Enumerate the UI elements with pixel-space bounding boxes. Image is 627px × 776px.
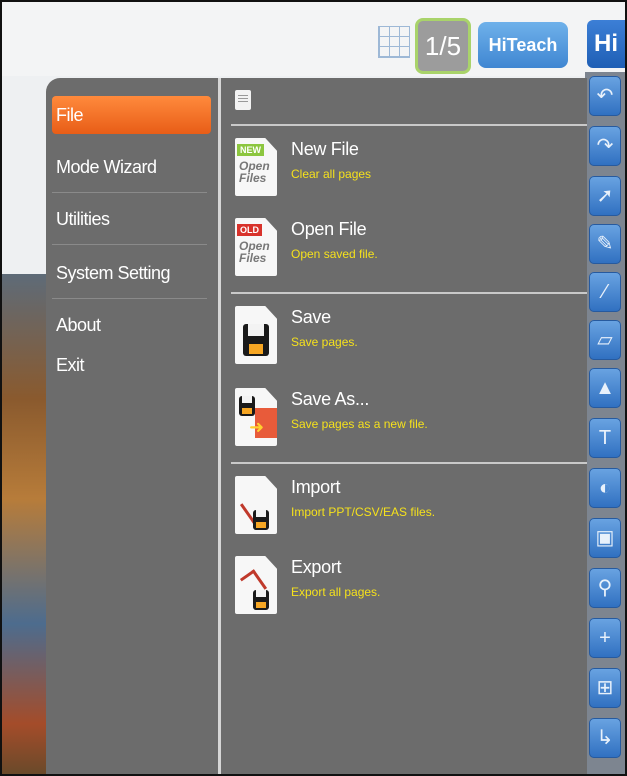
import-title: Import bbox=[291, 477, 341, 497]
import-desc: Import PPT/CSV/EAS files. bbox=[291, 505, 436, 519]
menu-divider bbox=[52, 298, 207, 299]
menu-item-mode-wizard[interactable]: Mode Wizard bbox=[52, 148, 211, 186]
save-title: Save bbox=[291, 307, 331, 327]
menu-item-utilities[interactable]: Utilities bbox=[52, 200, 211, 238]
menu-divider bbox=[52, 192, 207, 193]
shapes-icon[interactable]: ▲ bbox=[589, 368, 621, 408]
section-divider bbox=[231, 462, 587, 464]
insert-page-icon[interactable]: ⊞ bbox=[589, 668, 621, 708]
hi-menu-button[interactable]: Hi bbox=[587, 20, 625, 68]
top-toolbar: 1/5 HiTeach Hi bbox=[2, 2, 625, 76]
save-as-desc: Save pages as a new file. bbox=[291, 417, 428, 431]
new-file-icon: NEW Open Files bbox=[235, 138, 277, 196]
redo-icon[interactable]: ↷ bbox=[589, 126, 621, 166]
app-window: 1/5 HiTeach Hi ↶ ↷ ➚ ✎ ⁄ ▱ ▲ T ◐ ▣ ⚲ + ⊞… bbox=[0, 0, 627, 776]
open-file-icon: OLD Open Files bbox=[235, 218, 277, 276]
menu-item-system-setting[interactable]: System Setting bbox=[52, 254, 211, 292]
tool-rail: ↶ ↷ ➚ ✎ ⁄ ▱ ▲ T ◐ ▣ ⚲ + ⊞ ↳ bbox=[585, 72, 625, 774]
undo-icon[interactable]: ↶ bbox=[589, 76, 621, 116]
menu-item-about[interactable]: About bbox=[52, 306, 211, 344]
file-menu-panel: File Mode Wizard Utilities System Settin… bbox=[46, 78, 587, 774]
hiteach-button[interactable]: HiTeach bbox=[478, 22, 568, 68]
brush-icon[interactable]: ⁄ bbox=[589, 272, 621, 312]
open-file-item[interactable]: OLD Open Files Open File Open saved file… bbox=[235, 218, 585, 288]
import-icon bbox=[235, 476, 277, 534]
zoom-icon[interactable]: ⚲ bbox=[589, 568, 621, 608]
save-desc: Save pages. bbox=[291, 335, 358, 349]
section-divider bbox=[231, 124, 587, 126]
document-icon bbox=[235, 90, 251, 110]
export-desc: Export all pages. bbox=[291, 585, 381, 599]
add-page-icon[interactable]: + bbox=[589, 618, 621, 658]
page-counter[interactable]: 1/5 bbox=[415, 18, 471, 74]
save-as-icon: ➜ bbox=[235, 388, 277, 446]
capture-icon[interactable]: ▣ bbox=[589, 518, 621, 558]
section-divider bbox=[231, 292, 587, 294]
open-file-desc: Open saved file. bbox=[291, 247, 378, 261]
export-title: Export bbox=[291, 557, 342, 577]
save-as-item[interactable]: ➜ Save As... Save pages as a new file. bbox=[235, 388, 585, 458]
category-list: File Mode Wizard Utilities System Settin… bbox=[46, 78, 218, 774]
pointer-icon[interactable]: ➚ bbox=[589, 176, 621, 216]
save-item[interactable]: Save Save pages. bbox=[235, 306, 585, 376]
save-as-title: Save As... bbox=[291, 389, 370, 409]
new-file-item[interactable]: NEW Open Files New File Clear all pages bbox=[235, 138, 585, 208]
text-icon[interactable]: T bbox=[589, 418, 621, 458]
fill-icon[interactable]: ◐ bbox=[589, 468, 621, 508]
open-file-title: Open File bbox=[291, 219, 367, 239]
pen-icon[interactable]: ✎ bbox=[589, 224, 621, 264]
menu-item-exit[interactable]: Exit bbox=[52, 346, 211, 384]
file-actions-list: NEW Open Files New File Clear all pages … bbox=[221, 78, 587, 774]
export-item[interactable]: Export Export all pages. bbox=[235, 556, 585, 626]
eraser-icon[interactable]: ▱ bbox=[589, 320, 621, 360]
background-image bbox=[2, 274, 46, 774]
grid-icon[interactable] bbox=[378, 26, 410, 58]
export-icon bbox=[235, 556, 277, 614]
next-page-icon[interactable]: ↳ bbox=[589, 718, 621, 758]
import-item[interactable]: Import Import PPT/CSV/EAS files. bbox=[235, 476, 585, 546]
new-file-title: New File bbox=[291, 139, 359, 159]
save-icon bbox=[235, 306, 277, 364]
menu-divider bbox=[52, 244, 207, 245]
menu-item-file[interactable]: File bbox=[52, 96, 211, 134]
new-file-desc: Clear all pages bbox=[291, 167, 372, 181]
